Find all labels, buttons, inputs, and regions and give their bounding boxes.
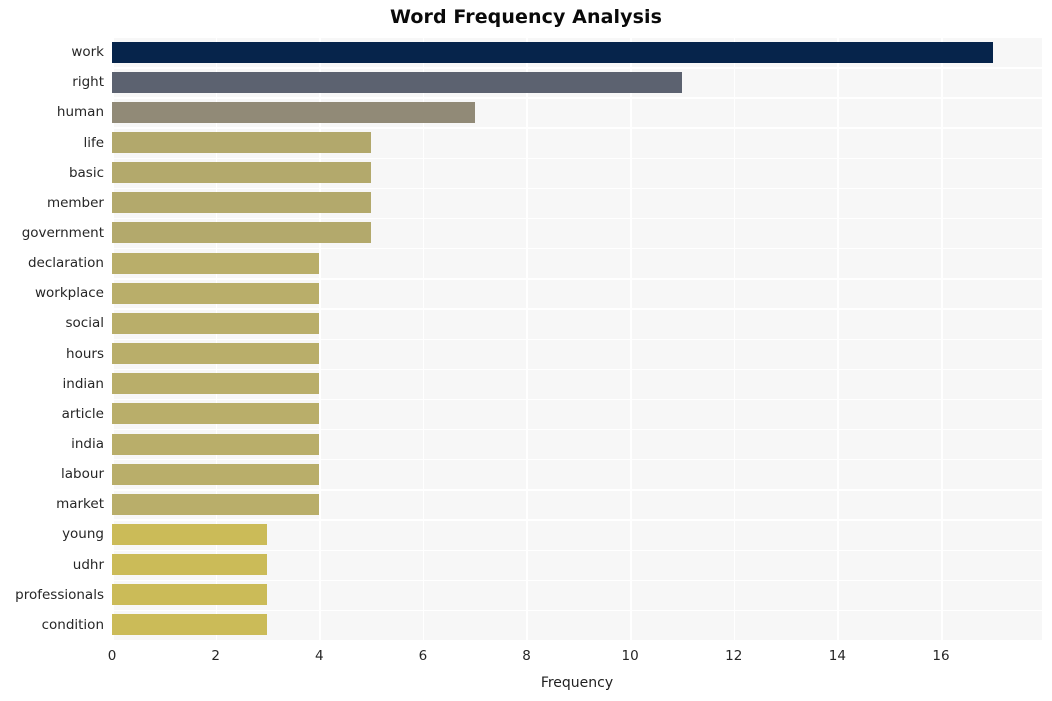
bar bbox=[112, 403, 320, 425]
y-axis-tick-label: udhr bbox=[72, 556, 104, 573]
y-axis-tick-label: work bbox=[71, 44, 104, 61]
bar bbox=[112, 192, 372, 214]
x-axis-tick-label: 6 bbox=[418, 648, 428, 664]
x-axis-tick-label: 10 bbox=[621, 648, 639, 664]
x-axis-tick-label: 8 bbox=[522, 648, 531, 664]
bar bbox=[112, 554, 268, 576]
y-axis-tick-label: hours bbox=[66, 345, 104, 362]
x-axis-tick-label: 16 bbox=[932, 648, 950, 664]
bar bbox=[112, 523, 268, 545]
plot-area bbox=[112, 37, 1042, 642]
y-axis-tick-label: condition bbox=[41, 616, 104, 633]
bar bbox=[112, 132, 372, 154]
word-frequency-chart: Word Frequency Analysis work right human li… bbox=[0, 0, 1052, 701]
y-axis-tick-label: basic bbox=[68, 164, 104, 181]
x-axis-tick-label: 0 bbox=[107, 648, 117, 664]
x-axis-tick-label: 4 bbox=[314, 648, 324, 664]
bar bbox=[112, 343, 320, 365]
x-axis-tick-label: 2 bbox=[211, 648, 220, 664]
bar bbox=[112, 373, 320, 395]
y-axis-tick-label: life bbox=[83, 134, 104, 151]
y-axis-tick-label: professionals bbox=[15, 586, 104, 603]
y-axis-tick-label: right bbox=[72, 74, 104, 91]
x-axis-tick-label: 14 bbox=[828, 648, 846, 664]
y-axis-tick-label: social bbox=[65, 315, 105, 332]
bar bbox=[112, 463, 320, 485]
y-axis-tick-label: indian bbox=[62, 375, 104, 392]
bars-layer bbox=[112, 37, 1042, 640]
horizontal-gridline bbox=[112, 640, 1042, 642]
y-axis-tick-label: human bbox=[56, 104, 104, 121]
bar bbox=[112, 282, 320, 304]
bar bbox=[112, 222, 372, 244]
y-axis-tick-label: labour bbox=[61, 466, 104, 483]
bar bbox=[112, 312, 320, 334]
bar bbox=[112, 162, 372, 184]
bar bbox=[112, 493, 320, 515]
x-axis-title: Frequency bbox=[540, 675, 614, 691]
y-axis-tick-label: article bbox=[61, 405, 104, 422]
bar bbox=[112, 71, 682, 93]
y-axis-tick-label: workplace bbox=[35, 285, 104, 302]
bar bbox=[112, 101, 475, 123]
bar bbox=[112, 252, 320, 274]
y-axis-tick-label: india bbox=[71, 436, 104, 453]
y-axis-tick-label: government bbox=[21, 224, 104, 241]
x-axis-tick-label: 12 bbox=[725, 648, 743, 664]
y-axis-tick-label: declaration bbox=[27, 255, 104, 272]
y-axis-tick-label: member bbox=[46, 194, 104, 211]
y-axis-tick-label: young bbox=[62, 526, 104, 543]
bar bbox=[112, 41, 993, 63]
y-axis-labels: work right human life basic member government d… bbox=[0, 37, 104, 640]
bar bbox=[112, 584, 268, 606]
y-axis-tick-label: market bbox=[56, 496, 104, 513]
x-axis-tick-labels: 0 2 4 6 8 10 12 14 16 bbox=[108, 648, 1042, 668]
chart-title: Word Frequency Analysis bbox=[389, 6, 663, 28]
bar bbox=[112, 614, 268, 636]
bar bbox=[112, 433, 320, 455]
